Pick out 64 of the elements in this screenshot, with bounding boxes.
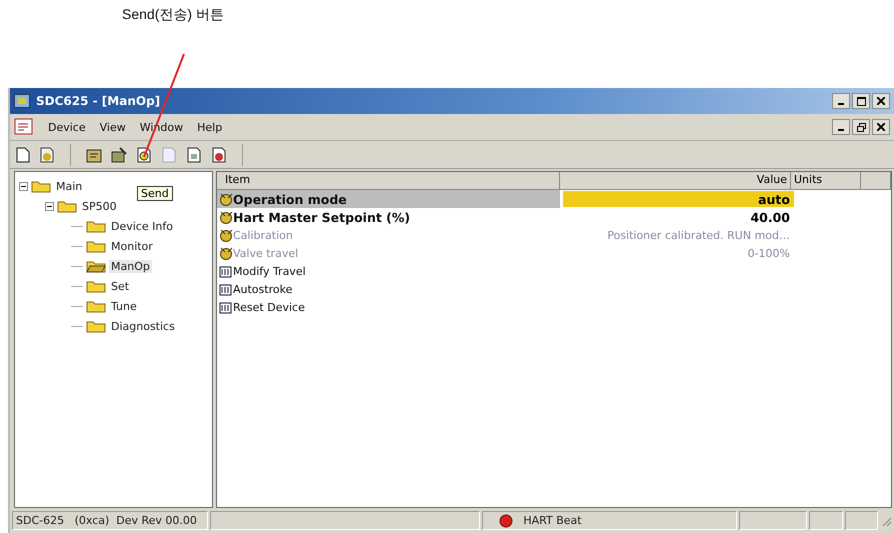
open-folder-icon: [86, 259, 106, 273]
resize-grip-icon[interactable]: [880, 514, 892, 526]
status-led-icon: [499, 514, 514, 528]
collapse-icon[interactable]: [45, 202, 54, 210]
close-icon: [877, 97, 885, 105]
tree-item[interactable]: ManOp: [109, 260, 152, 272]
annotation-label: Send(전송) 버튼: [122, 6, 224, 24]
key-document-icon[interactable]: [39, 146, 55, 162]
item-cell[interactable]: Modify Travel: [233, 264, 306, 278]
app-icon: [14, 94, 30, 108]
folder-icon: [86, 219, 106, 233]
tree-item[interactable]: Set: [109, 280, 132, 292]
tree-item[interactable]: Diagnostics: [109, 320, 177, 332]
folder-icon: [57, 199, 77, 213]
tooltip: Send: [137, 186, 173, 201]
tree-item[interactable]: Main: [54, 180, 84, 192]
minimize-button[interactable]: [832, 119, 850, 135]
folder-icon: [86, 279, 106, 293]
folder-icon: [31, 179, 51, 193]
value-cell: auto: [758, 192, 790, 206]
status-pane: [844, 511, 878, 530]
variable-icon: [218, 210, 234, 224]
column-header[interactable]: Units: [791, 172, 861, 189]
status-device: SDC-625 (0xca) Dev Rev 00.00: [12, 511, 208, 530]
status-pane: [809, 511, 843, 530]
edit-icon[interactable]: [111, 146, 127, 162]
tree-item[interactable]: Device Info: [109, 220, 175, 232]
item-cell[interactable]: Hart Master Setpoint (%): [233, 210, 410, 224]
window-title: SDC625 - [ManOp]: [36, 94, 160, 108]
maximize-button[interactable]: [852, 93, 870, 109]
close-button[interactable]: [872, 93, 890, 109]
maximize-icon: [856, 96, 866, 106]
minimize-button[interactable]: [832, 93, 850, 109]
document-icon[interactable]: [186, 146, 202, 162]
value-cell: Positioner calibrated. RUN mod…: [607, 228, 790, 242]
status-pane: [738, 511, 808, 530]
tree-item[interactable]: Monitor: [109, 240, 155, 252]
document-icon: [14, 118, 34, 136]
restore-icon: [856, 122, 866, 132]
tree-item[interactable]: SP500: [80, 200, 119, 212]
document-icon[interactable]: [211, 146, 227, 162]
tree-item[interactable]: Tune: [109, 300, 139, 312]
folder-icon: [86, 299, 106, 313]
folder-icon: [86, 239, 106, 253]
close-icon: [877, 123, 885, 131]
collapse-icon[interactable]: [19, 182, 28, 190]
folder-icon: [86, 319, 106, 333]
value-cell: 0-100%: [748, 246, 790, 260]
variable-icon: [218, 246, 234, 260]
column-header[interactable]: Value: [560, 172, 791, 189]
send-icon[interactable]: [86, 146, 102, 162]
close-button[interactable]: [872, 119, 890, 135]
item-cell[interactable]: Reset Device: [233, 300, 305, 314]
status-beat: HART Beat: [523, 514, 582, 527]
menu-item[interactable]: Help: [197, 120, 222, 134]
variable-icon: [218, 192, 234, 206]
item-cell[interactable]: Autostroke: [233, 282, 292, 296]
new-document-icon[interactable]: [16, 146, 30, 162]
menu-item[interactable]: View: [100, 120, 126, 134]
value-cell: 40.00: [750, 210, 790, 224]
column-header[interactable]: Item: [217, 172, 560, 189]
variable-icon: [218, 228, 234, 242]
restore-button[interactable]: [852, 119, 870, 135]
menu-item[interactable]: Device: [48, 120, 86, 134]
